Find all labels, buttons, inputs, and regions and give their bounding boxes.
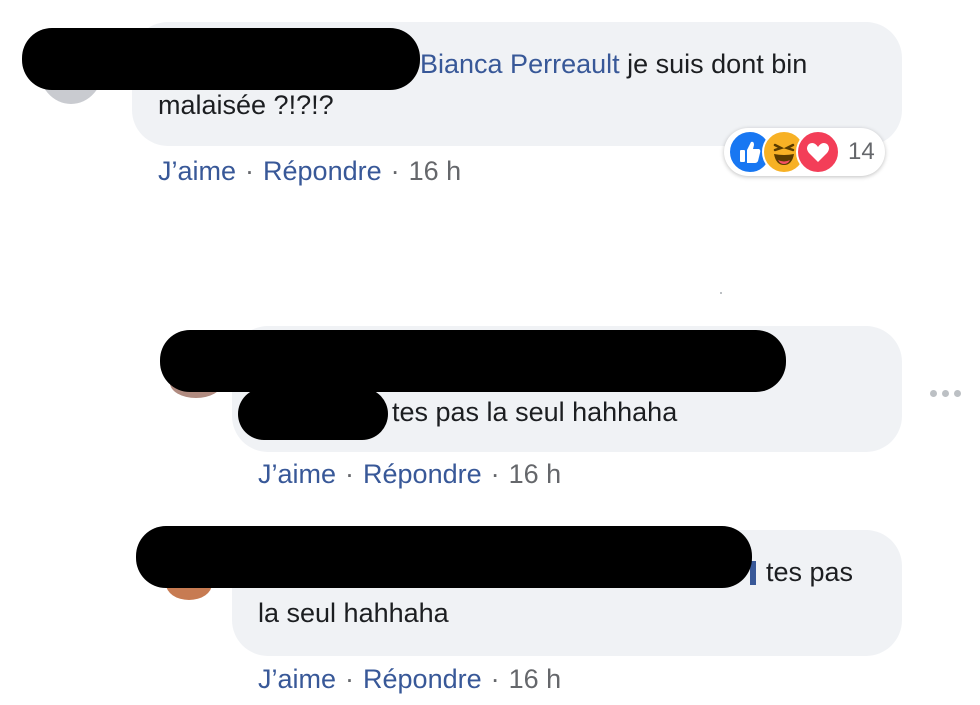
separator: · [490,459,500,489]
separator: · [490,664,500,694]
separator: · [345,459,355,489]
timestamp[interactable]: 16 h [509,459,562,489]
divider-dot [720,292,722,294]
comment-text-line: malaisée ?!?!? [158,90,334,120]
timestamp[interactable]: 16 h [509,664,562,694]
dot-icon [954,390,961,397]
comment-text-line: tes pas [750,551,853,593]
mention-link[interactable]: Bianca Perreault [420,49,620,79]
comment-actions: J’aime · Répondre · 16 h [158,156,461,187]
comment-text: Bianca Perreault je suis dont bin [420,43,807,85]
like-button[interactable]: J’aime [158,156,236,186]
reaction-summary[interactable]: 14 [724,128,885,176]
timestamp[interactable]: 16 h [409,156,462,186]
comment-text-line: la seul hahhaha [258,598,449,628]
reaction-count[interactable]: 14 [848,138,875,166]
redacted-author-name [160,330,786,392]
redacted-mention [238,388,388,440]
comment-actions: J’aime · Répondre · 16 h [258,459,561,490]
comment-text: tes pas la seul hahhaha [392,397,678,427]
reply-button[interactable]: Répondre [363,664,482,694]
redacted-author-name [136,526,752,588]
like-button[interactable]: J’aime [258,664,336,694]
comment-actions: J’aime · Répondre · 16 h [258,664,561,695]
separator: · [245,156,255,186]
dot-icon [930,390,937,397]
separator: · [390,156,400,186]
comment-text-line: je suis dont bin [619,49,808,79]
reply-button[interactable]: Répondre [363,459,482,489]
reply-button[interactable]: Répondre [263,156,382,186]
more-options-button[interactable] [928,387,964,401]
like-button[interactable]: J’aime [258,459,336,489]
dot-icon [942,390,949,397]
separator: · [345,664,355,694]
love-icon [796,130,840,174]
redacted-author-name [22,28,420,90]
